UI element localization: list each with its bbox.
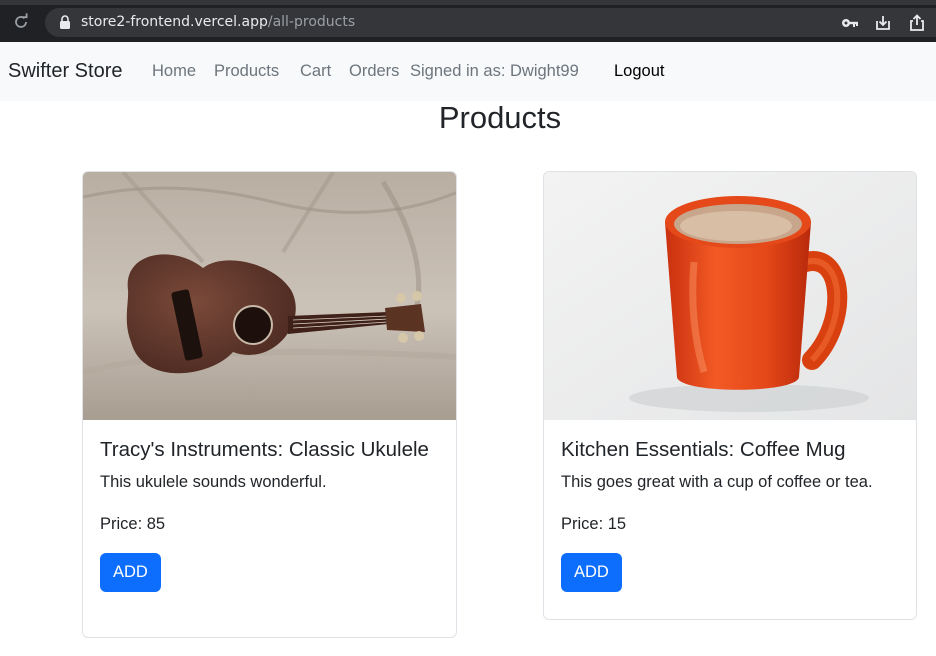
install-icon[interactable] bbox=[874, 14, 892, 32]
product-card-body: Tracy's Instruments: Classic Ukulele Thi… bbox=[100, 420, 439, 592]
url-text[interactable]: store2-frontend.vercel.app/all-products bbox=[81, 8, 355, 37]
tab-strip-edge bbox=[0, 0, 936, 5]
logout-link[interactable]: Logout bbox=[614, 42, 664, 101]
nav-cart-link[interactable]: Cart bbox=[300, 42, 331, 101]
url-path: /all-products bbox=[267, 14, 356, 30]
product-price: Price: 15 bbox=[561, 515, 627, 533]
key-icon[interactable] bbox=[841, 14, 859, 32]
page-title: Products bbox=[438, 100, 562, 135]
nav-orders-link[interactable]: Orders bbox=[349, 42, 399, 101]
product-card: Kitchen Essentials: Coffee Mug This goes… bbox=[543, 171, 917, 620]
signed-in-label: Signed in as: Dwight99 bbox=[410, 62, 579, 80]
product-title: Kitchen Essentials: Coffee Mug bbox=[561, 438, 846, 461]
share-icon[interactable] bbox=[908, 14, 926, 32]
lock-icon[interactable] bbox=[59, 15, 71, 29]
nav-home-link[interactable]: Home bbox=[152, 42, 196, 101]
nav-products-link[interactable]: Products bbox=[214, 42, 279, 101]
add-to-cart-button[interactable]: ADD bbox=[561, 553, 622, 592]
product-price: Price: 85 bbox=[100, 515, 166, 533]
browser-toolbar: store2-frontend.vercel.app/all-products bbox=[0, 0, 936, 42]
add-to-cart-button[interactable]: ADD bbox=[100, 553, 161, 592]
address-bar[interactable]: store2-frontend.vercel.app/all-products bbox=[45, 8, 936, 37]
url-host: store2-frontend.vercel.app bbox=[81, 14, 268, 30]
reload-icon[interactable] bbox=[11, 12, 31, 32]
site-navbar: Swifter Store Home Products Cart Orders … bbox=[0, 42, 936, 101]
product-image-coffee-mug bbox=[544, 172, 916, 420]
product-card: Tracy's Instruments: Classic Ukulele Thi… bbox=[82, 171, 457, 638]
product-description: This goes great with a cup of coffee or … bbox=[561, 473, 873, 491]
product-title: Tracy's Instruments: Classic Ukulele bbox=[100, 438, 429, 461]
product-description: This ukulele sounds wonderful. bbox=[100, 473, 327, 491]
product-image-ukulele bbox=[83, 172, 456, 420]
brand-link[interactable]: Swifter Store bbox=[8, 42, 122, 101]
product-card-body: Kitchen Essentials: Coffee Mug This goes… bbox=[561, 420, 899, 592]
